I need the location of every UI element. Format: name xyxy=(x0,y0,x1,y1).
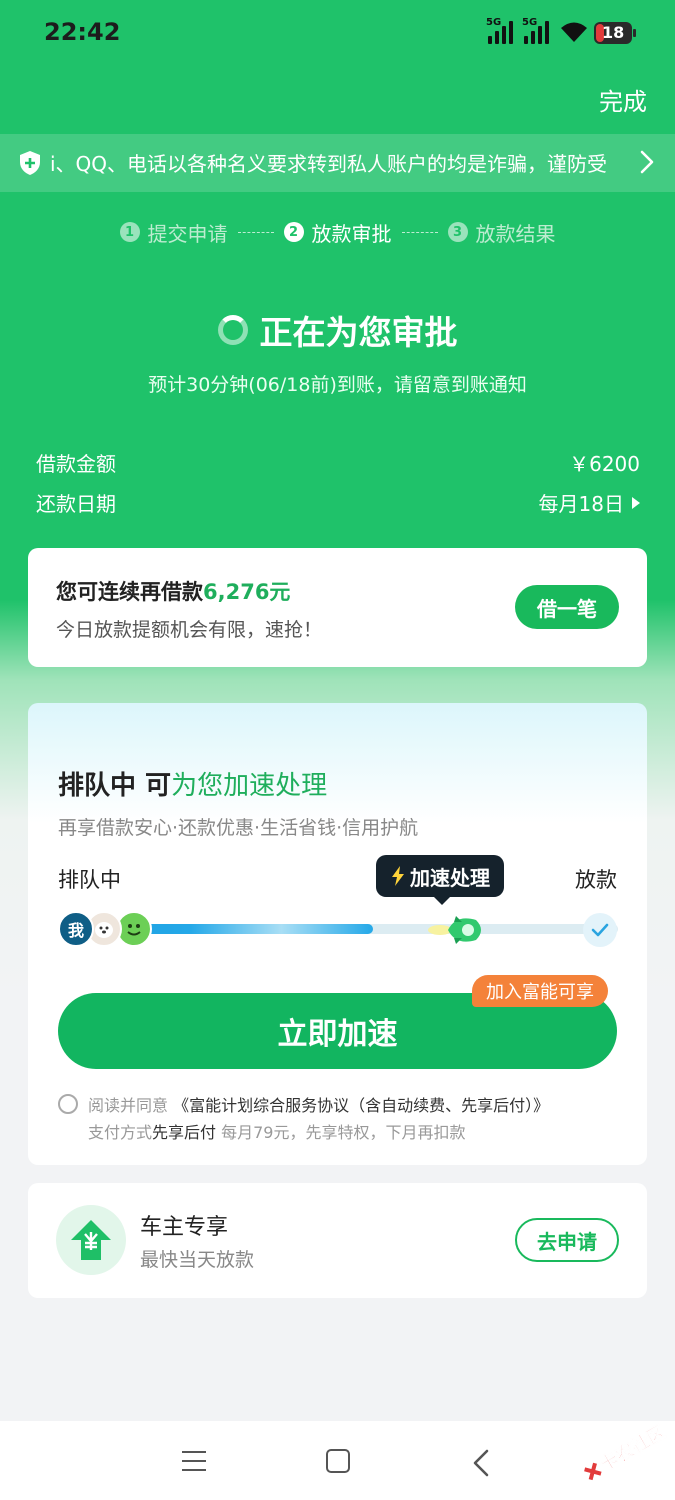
back-icon[interactable] xyxy=(472,1449,490,1477)
dog-avatar-icon xyxy=(95,922,113,938)
rocket-icon xyxy=(428,916,481,944)
queue-progress-track xyxy=(98,924,618,934)
status-time: 22:42 xyxy=(44,18,121,46)
smiley-avatar-icon xyxy=(127,924,141,936)
step-submit: 1 提交申请 xyxy=(119,218,228,247)
status-bar: 22:42 5G 5G 18 xyxy=(0,0,675,68)
home-icon[interactable] xyxy=(326,1449,350,1473)
fraud-notice-banner[interactable]: i、QQ、电话以各种名义要求转到私人账户的均是诈骗，谨防受 xyxy=(0,134,675,192)
shield-icon xyxy=(20,151,40,175)
accelerate-subtitle: 再享借款安心·还款优惠·生活省钱·信用护航 xyxy=(58,817,419,839)
notice-text: i、QQ、电话以各种名义要求转到私人账户的均是诈骗，谨防受 xyxy=(50,152,608,176)
step-approval: 2 放款审批 xyxy=(283,218,392,247)
apply-button[interactable]: 去申请 xyxy=(515,1218,619,1262)
pay-method-prefix: 支付方式 xyxy=(88,1123,153,1142)
loading-spinner-icon xyxy=(217,315,248,345)
speed-tooltip: 加速处理 xyxy=(376,855,504,905)
repayment-date-label: 还款日期 xyxy=(36,492,116,516)
repayment-date-row[interactable]: 还款日期 每月18日 xyxy=(36,488,640,517)
car-owner-subtitle: 最快当天放款 xyxy=(140,1249,255,1271)
page-title: 正在为您审批 xyxy=(259,313,458,352)
progress-steps: 1 提交申请 2 放款审批 3 放款结果 xyxy=(0,216,675,248)
svg-text:卡农社区: 卡农社区 xyxy=(596,1421,669,1476)
accelerate-heading: 排队中 可为您加速处理 xyxy=(58,771,328,801)
signal-icon: 5G xyxy=(486,17,513,44)
triangle-right-icon xyxy=(632,496,640,509)
car-owner-card: 车主专享 最快当天放款 去申请 xyxy=(28,1183,647,1298)
lightning-icon xyxy=(392,866,404,886)
release-check-icon xyxy=(583,913,617,947)
network-type: 5G xyxy=(522,17,538,28)
yuan-arrow-icon xyxy=(56,1205,126,1275)
member-badge: 加入富能可享 xyxy=(472,975,608,1007)
agree-prefix: 阅读并同意 xyxy=(88,1096,169,1115)
step-result: 3 放款结果 xyxy=(447,218,556,247)
borrow-again-button[interactable]: 借一笔 xyxy=(515,585,619,629)
reborrow-note: 今日放款提额机会有限，速抢！ xyxy=(56,619,323,641)
loan-amount-label: 借款金额 xyxy=(36,452,116,476)
step-divider xyxy=(237,231,274,233)
queue-label: 排队中 xyxy=(58,868,121,892)
pay-method: 先享后付 xyxy=(152,1123,217,1142)
reborrow-card: 您可连续再借款6,276元 今日放款提额机会有限，速抢！ 借一笔 xyxy=(28,548,647,667)
agreement-link[interactable]: 《富能计划综合服务协议（含自动续费、先享后付）》 xyxy=(173,1096,549,1115)
avatar-me: 我 xyxy=(58,911,94,947)
car-owner-title: 车主专享 xyxy=(140,1215,229,1240)
menu-icon[interactable] xyxy=(182,1451,206,1478)
reborrow-title: 您可连续再借款6,276元 xyxy=(56,580,291,604)
watermark-logo: 卡农社区 xyxy=(584,1421,670,1481)
pay-detail: 每月79元，先享特权，下月再扣款 xyxy=(216,1123,466,1142)
step-divider xyxy=(401,231,438,233)
repayment-date-value: 每月18日 xyxy=(538,492,624,516)
battery-icon: 18 xyxy=(594,22,636,44)
network-type: 5G xyxy=(486,17,502,28)
wifi-icon xyxy=(561,22,587,42)
chevron-right-icon xyxy=(640,150,654,174)
release-label: 放款 xyxy=(575,868,617,892)
loan-amount-row: 借款金额 ￥6200 xyxy=(36,448,640,477)
arrival-estimate: 预计30分钟(06/18前)到账，请留意到账通知 xyxy=(148,374,527,396)
battery-level: 18 xyxy=(602,23,625,42)
accelerate-card: 排队中 可为您加速处理 再享借款安心·还款优惠·生活省钱·信用护航 排队中 放款… xyxy=(28,703,647,1165)
agreement-checkbox[interactable] xyxy=(58,1094,78,1114)
approval-status: 正在为您审批 xyxy=(0,306,675,354)
done-button[interactable]: 完成 xyxy=(599,82,647,117)
reborrow-amount: 6,276元 xyxy=(203,580,291,604)
signal-icon: 5G xyxy=(522,17,549,44)
loan-amount-value: ￥6200 xyxy=(569,452,640,476)
